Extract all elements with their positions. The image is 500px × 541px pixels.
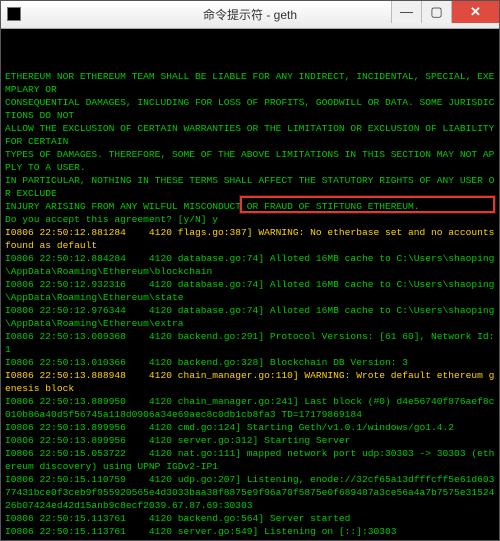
- terminal-line: I0806 22:50:15.116762 4120 ipc_windows.g…: [5, 538, 495, 540]
- close-button[interactable]: ✕: [451, 1, 499, 23]
- terminal-line: I0806 22:50:13.889950 4120 chain_manager…: [5, 395, 495, 421]
- maximize-button[interactable]: ▢: [421, 1, 451, 23]
- terminal-line: ETHEREUM NOR ETHEREUM TEAM SHALL BE LIAB…: [5, 70, 495, 96]
- terminal-line: I0806 22:50:13.010366 4120 backend.go:32…: [5, 356, 495, 369]
- minimize-button[interactable]: —: [391, 1, 421, 23]
- terminal-line: TYPES OF DAMAGES. THEREFORE, SOME OF THE…: [5, 148, 495, 174]
- app-window: 命令提示符 - geth — ▢ ✕ ETHEREUM NOR ETHEREUM…: [0, 0, 500, 541]
- terminal-line: I0806 22:50:13.899956 4120 cmd.go:124] S…: [5, 421, 495, 434]
- terminal-line: I0806 22:50:12.884284 4120 database.go:7…: [5, 252, 495, 278]
- terminal-line: I0806 22:50:15.110759 4120 udp.go:207] L…: [5, 473, 495, 512]
- terminal-line: I0806 22:50:13.009368 4120 backend.go:29…: [5, 330, 495, 356]
- terminal-line: I0806 22:50:12.932316 4120 database.go:7…: [5, 278, 495, 304]
- terminal-line: I0806 22:50:12.881284 4120 flags.go:387]…: [5, 226, 495, 252]
- terminal-line: I0806 22:50:15.053722 4120 nat.go:111] m…: [5, 447, 495, 473]
- terminal-line: Do you accept this agreement? [y/N] y: [5, 213, 495, 226]
- cmd-icon: [7, 7, 21, 21]
- terminal-line: I0806 22:50:15.113761 4120 backend.go:56…: [5, 512, 495, 525]
- terminal-line: CONSEQUENTIAL DAMAGES, INCLUDING FOR LOS…: [5, 96, 495, 122]
- terminal-line: ALLOW THE EXCLUSION OF CERTAIN WARRANTIE…: [5, 122, 495, 148]
- title-bar[interactable]: 命令提示符 - geth — ▢ ✕: [1, 1, 499, 29]
- terminal-line: I0806 22:50:12.976344 4120 database.go:7…: [5, 304, 495, 330]
- warning-highlight: [240, 196, 495, 213]
- window-controls: — ▢ ✕: [391, 1, 499, 24]
- terminal-output[interactable]: ETHEREUM NOR ETHEREUM TEAM SHALL BE LIAB…: [1, 29, 499, 540]
- terminal-line: I0806 22:50:15.113761 4120 server.go:549…: [5, 525, 495, 538]
- terminal-line: I0806 22:50:13.888948 4120 chain_manager…: [5, 369, 495, 395]
- terminal-line: I0806 22:50:13.899956 4120 server.go:312…: [5, 434, 495, 447]
- window-title: 命令提示符 - geth: [203, 6, 297, 23]
